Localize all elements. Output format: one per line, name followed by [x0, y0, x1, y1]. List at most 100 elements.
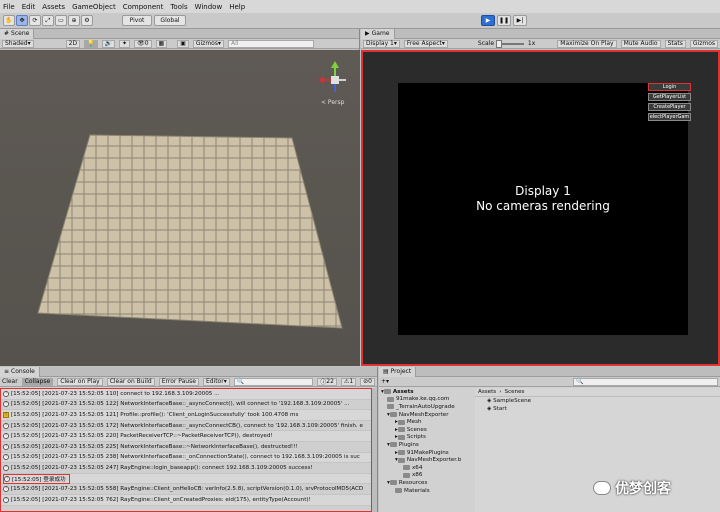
pivot-toggle[interactable]: Pivot — [122, 15, 152, 26]
scene-search-input[interactable]: All — [227, 39, 314, 48]
display-dropdown[interactable]: Display 1 ▾ — [363, 39, 400, 48]
audio-icon[interactable]: 🔊 — [101, 39, 116, 48]
log-row[interactable]: ! [15:52:05] [2021-07-23 15:52:05 122] Ne… — [1, 400, 371, 411]
tree-item[interactable]: ▾ Resources — [379, 479, 475, 487]
create-plus-icon[interactable]: +▾ — [381, 378, 389, 385]
global-toggle[interactable]: Global — [154, 15, 186, 26]
tree-item-assets[interactable]: ▾ Assets — [379, 388, 475, 396]
log-row[interactable]: ! [15:52:05] [2021-07-23 15:52:05 247] Ra… — [1, 463, 371, 474]
rotate-tool-icon[interactable]: ⟳ — [29, 15, 41, 26]
tree-item[interactable]: x64 — [379, 464, 475, 472]
log-row[interactable]: ! [15:52:05] [2021-07-23 15:52:05 110] co… — [1, 389, 371, 400]
tree-item[interactable]: ▸ Mesh — [379, 418, 475, 426]
file-item[interactable]: ◈ Start — [475, 405, 720, 413]
editor-dropdown[interactable]: Editor ▾ — [202, 377, 230, 386]
log-row[interactable]: ! [15:52:05] [2021-07-23 15:52:05 558] Ra… — [1, 484, 371, 495]
perspective-label[interactable]: < Persp — [321, 99, 344, 106]
menu-gameobject[interactable]: GameObject — [72, 3, 116, 11]
clear-on-build-toggle[interactable]: Clear on Build — [106, 377, 155, 386]
log-row[interactable]: ! [15:52:05] [2021-07-23 15:52:05 225] Ne… — [1, 442, 371, 453]
aspect-dropdown[interactable]: Free Aspect ▾ — [403, 39, 448, 48]
clear-on-play-toggle[interactable]: Clear on Play — [57, 377, 103, 386]
hand-tool-icon[interactable]: ✋ — [3, 15, 15, 26]
login-button[interactable]: Login — [648, 83, 691, 91]
step-button[interactable]: ▶| — [513, 15, 527, 26]
editor-label: Editor — [205, 378, 224, 385]
breadcrumb-child[interactable]: Scenes — [504, 389, 524, 395]
menu-edit[interactable]: Edit — [22, 3, 36, 11]
maximize-on-play-toggle[interactable]: Maximize On Play — [557, 39, 617, 48]
project-search-input[interactable]: 🔍 — [573, 377, 718, 386]
move-tool-icon[interactable]: ✥ — [16, 15, 28, 26]
tab-project[interactable]: ▤ Project — [379, 366, 417, 377]
tree-item[interactable]: ▸ Scenes — [379, 426, 475, 434]
tree-item[interactable]: _TerrainAutoUpgrade — [379, 403, 475, 411]
toggle-2d-button[interactable]: 2D — [65, 39, 81, 48]
shading-dropdown[interactable]: Shaded ▾ — [2, 39, 34, 48]
tab-console[interactable]: ≡ Console — [0, 366, 40, 377]
tab-game[interactable]: ▶ Game — [361, 28, 395, 39]
scale-tool-icon[interactable]: ⤢ — [42, 15, 54, 26]
tree-item[interactable]: ▾ Plugins — [379, 441, 475, 449]
tree-item[interactable]: ▾ NavMeshExporter — [379, 411, 475, 419]
breadcrumb-root[interactable]: Assets — [478, 389, 496, 395]
select-player-game-button[interactable]: electPlayerGam — [648, 113, 691, 121]
warn-count-toggle[interactable]: ⚠ 1 — [340, 377, 357, 386]
tree-item[interactable]: ▾ NavMeshExporter.b — [379, 456, 475, 464]
create-player-button[interactable]: CreatePlayer — [648, 103, 691, 111]
menu-component[interactable]: Component — [123, 3, 164, 11]
clear-button[interactable]: Clear — [2, 378, 18, 385]
lighting-icon[interactable]: 💡 — [84, 39, 98, 48]
folder-icon — [389, 480, 397, 486]
effects-icon[interactable]: ✦ — [119, 39, 131, 48]
log-row[interactable]: ! [15:52:05] [2021-07-23 15:52:05 220] Pa… — [1, 431, 371, 442]
pause-button[interactable]: ❚❚ — [497, 15, 511, 26]
hidden-objects-icon[interactable]: 👁 0 — [134, 39, 152, 48]
log-row[interactable]: ! [15:52:05] [2021-07-23 15:52:05 121] Pr… — [1, 410, 371, 421]
tree-item[interactable]: Materials — [379, 487, 475, 495]
log-row-highlighted[interactable]: ! [15:52:05] 登录成功 — [1, 473, 371, 485]
menu-help[interactable]: Help — [229, 3, 245, 11]
scene-viewport[interactable]: < Persp — [0, 50, 360, 366]
file-item[interactable]: ◈ SampleScene — [475, 397, 720, 405]
get-player-list-button[interactable]: GetPlayerList — [648, 93, 691, 101]
error-pause-toggle[interactable]: Error Pause — [158, 377, 199, 386]
scale-slider-handle[interactable] — [496, 39, 503, 48]
rect-tool-icon[interactable]: ▭ — [55, 15, 67, 26]
scale-slider[interactable] — [496, 39, 524, 48]
error-count-toggle[interactable]: ⊘ 0 — [360, 377, 375, 386]
tree-item[interactable]: ▸ 91MakePlugins — [379, 449, 475, 457]
axis-gizmo-icon — [318, 61, 346, 92]
menu-window[interactable]: Window — [195, 3, 223, 11]
camera-settings-icon[interactable]: ▣ — [177, 39, 189, 48]
play-button[interactable]: ▶ — [481, 15, 495, 26]
tree-item-label: 91make.ke.qq.com — [396, 396, 450, 403]
mute-audio-toggle[interactable]: Mute Audio — [620, 39, 661, 48]
custom-tool-icon[interactable]: ⚙ — [81, 15, 93, 26]
tree-item[interactable]: x86 — [379, 472, 475, 480]
project-toolbar: +▾ 🔍 — [379, 377, 720, 387]
menu-file[interactable]: File — [3, 3, 15, 11]
tab-scene[interactable]: # Scene — [0, 28, 35, 39]
stats-toggle[interactable]: Stats — [664, 39, 686, 48]
transform-tool-icon[interactable]: ⊕ — [68, 15, 80, 26]
info-icon: ! — [3, 433, 9, 440]
tree-item[interactable]: ▸ Scripts — [379, 434, 475, 442]
menu-assets[interactable]: Assets — [42, 3, 65, 11]
console-search-input[interactable]: 🔍 — [233, 377, 314, 386]
game-gizmos-dropdown[interactable]: Gizmos — [689, 39, 718, 48]
scene-gizmo-widget[interactable] — [318, 60, 352, 100]
tree-item[interactable]: 91make.ke.qq.com — [379, 396, 475, 404]
log-row[interactable]: ! [15:52:05] [2021-07-23 15:52:05 172] Ne… — [1, 421, 371, 432]
tree-item-label: Plugins — [398, 441, 419, 448]
grid-icon[interactable]: ▦ — [155, 39, 168, 48]
log-text: [15:52:05] [2021-07-23 15:52:05 247] Ray… — [11, 464, 313, 471]
log-row[interactable]: ! [15:52:05] [2021-07-23 15:52:05 238] Ne… — [1, 452, 371, 464]
log-row[interactable]: ! [15:52:05] [2021-07-23 15:52:05 762] Ra… — [1, 494, 371, 506]
game-tab-label: Game — [371, 30, 390, 37]
gizmos-dropdown[interactable]: Gizmos ▾ — [192, 39, 224, 48]
info-count-toggle[interactable]: ⓘ 22 — [317, 377, 337, 386]
collapse-toggle[interactable]: Collapse — [21, 377, 54, 386]
menu-tools[interactable]: Tools — [170, 3, 187, 11]
console-scrollbar[interactable] — [372, 388, 377, 512]
